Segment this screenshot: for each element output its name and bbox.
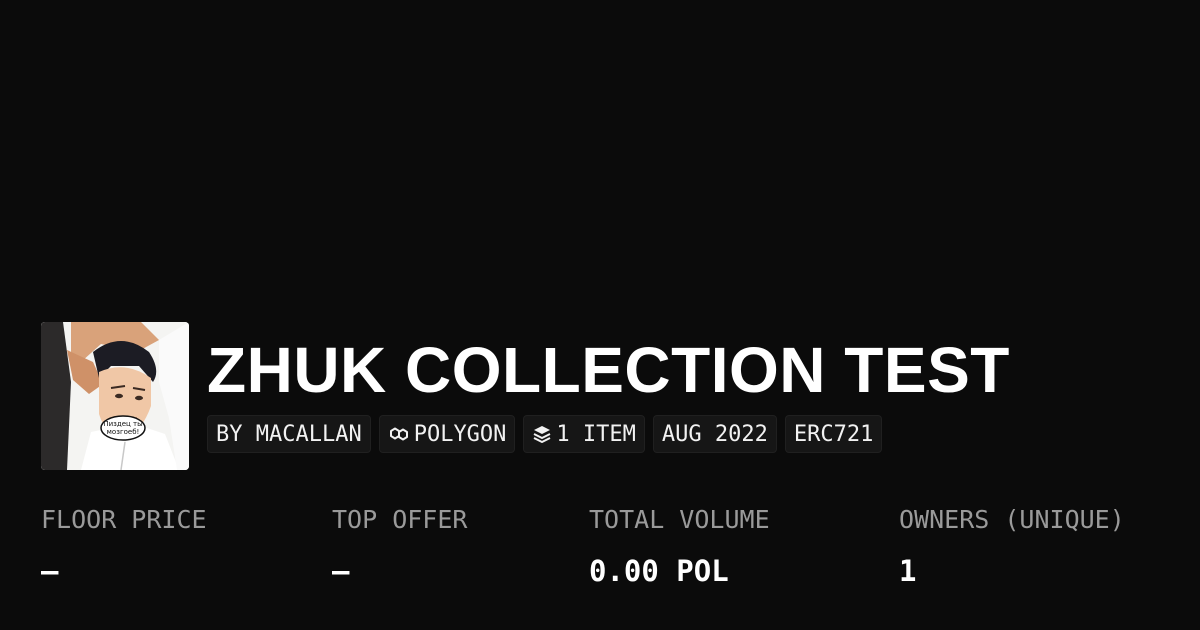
total-volume-stat: TOTAL VOLUME 0.00 POL	[589, 500, 770, 592]
standard-label: ERC721	[793, 421, 874, 447]
og-card: { "collection": { "title": "ZHUK COLLECT…	[0, 0, 1200, 630]
owners-value: 1	[899, 554, 917, 588]
polygon-chain-icon	[389, 427, 408, 441]
standard-chip: ERC721	[784, 415, 883, 453]
creator-chip[interactable]: BY MACALLAN	[207, 415, 371, 453]
floor-price-value: –	[41, 554, 59, 588]
total-volume-label: TOTAL VOLUME	[589, 505, 770, 534]
date-label: AUG 2022	[661, 421, 768, 447]
date-chip: AUG 2022	[652, 415, 777, 453]
top-offer-value: –	[332, 554, 350, 588]
title-block: ZHUK COLLECTION TEST BY MACALLAN POLYGON…	[207, 334, 1010, 453]
items-label: 1 ITEM	[556, 421, 636, 447]
collection-avatar[interactable]: Пиздец ты мозгоеб!	[41, 322, 189, 470]
floor-price-stat: FLOOR PRICE –	[41, 500, 207, 592]
top-offer-stat: TOP OFFER –	[332, 500, 467, 592]
collection-title: ZHUK COLLECTION TEST	[207, 334, 1010, 406]
total-volume-value: 0.00 POL	[589, 554, 729, 588]
top-offer-label: TOP OFFER	[332, 505, 468, 534]
collection-header: Пиздец ты мозгоеб! ZHUK COLLECTION TEST …	[41, 322, 1010, 470]
owners-label: OWNERS (UNIQUE)	[899, 505, 1125, 534]
owners-stat: OWNERS (UNIQUE) 1	[899, 500, 1125, 592]
collection-stats: FLOOR PRICE – TOP OFFER – TOTAL VOLUME 0…	[41, 500, 1181, 600]
layers-icon	[533, 426, 551, 443]
items-chip[interactable]: 1 ITEM	[523, 415, 645, 453]
floor-price-label: FLOOR PRICE	[41, 505, 207, 534]
chain-chip[interactable]: POLYGON	[378, 415, 516, 453]
creator-label: BY MACALLAN	[216, 421, 362, 447]
collection-avatar-image: Пиздец ты мозгоеб!	[41, 322, 189, 470]
svg-text:Пиздец ты: Пиздец ты	[103, 420, 142, 428]
svg-text:мозгоеб!: мозгоеб!	[107, 428, 140, 436]
chain-label: POLYGON	[413, 421, 507, 447]
collection-meta-chips: BY MACALLAN POLYGON 1 ITEM AUG 2022 ERC7…	[207, 415, 1010, 453]
